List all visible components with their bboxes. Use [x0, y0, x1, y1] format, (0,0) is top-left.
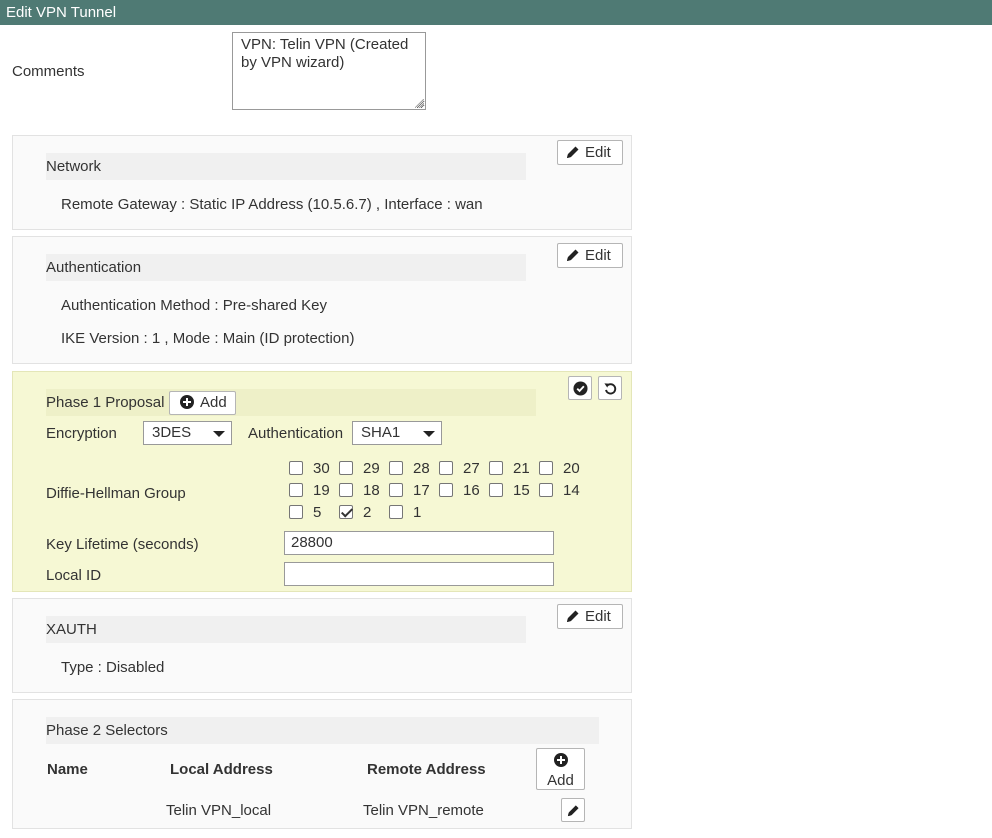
phase1-header-label: Phase 1 Proposal [46, 394, 165, 411]
network-header: Network [46, 153, 526, 180]
revert-button[interactable] [598, 376, 622, 400]
phase1-panel: Phase 1 Proposal Add Encryption 3DES Aut… [12, 371, 632, 592]
phase1-add-button[interactable]: Add [169, 391, 236, 415]
checkbox-icon[interactable] [539, 483, 553, 497]
pencil-icon [567, 804, 579, 816]
dh-group-28[interactable]: 28 [389, 460, 430, 478]
dh-group-15[interactable]: 15 [489, 482, 530, 500]
authentication-header: Authentication [46, 254, 526, 281]
apply-button[interactable] [568, 376, 592, 400]
xauth-header-label: XAUTH [46, 621, 97, 638]
checkbox-icon[interactable] [389, 461, 403, 475]
dh-group-19[interactable]: 19 [289, 482, 330, 500]
authentication-algo-select[interactable]: SHA1 [352, 421, 442, 445]
encryption-value: 3DES [152, 424, 192, 441]
pencil-icon [567, 610, 579, 622]
dh-group-1[interactable]: 1 [389, 504, 421, 522]
network-edit-label: Edit [585, 144, 611, 161]
dh-group-5[interactable]: 5 [289, 504, 321, 522]
checkbox-icon[interactable] [389, 505, 403, 519]
chevron-down-icon [213, 431, 225, 437]
column-header-local-address: Local Address [170, 761, 273, 778]
pencil-icon [567, 146, 579, 158]
dh-group-14[interactable]: 14 [539, 482, 580, 500]
checkbox-icon[interactable] [339, 483, 353, 497]
xauth-panel: XAUTH Edit Type : Disabled [12, 598, 632, 693]
checkbox-icon[interactable] [439, 461, 453, 475]
encryption-label: Encryption [46, 425, 117, 442]
column-header-remote-address: Remote Address [367, 761, 486, 778]
dh-group-27[interactable]: 27 [439, 460, 480, 478]
checkbox-icon[interactable] [339, 461, 353, 475]
phase1-header: Phase 1 Proposal [46, 389, 536, 416]
column-header-name: Name [47, 761, 88, 778]
dh-group-18[interactable]: 18 [339, 482, 380, 500]
comments-label: Comments [12, 63, 85, 80]
checkbox-icon[interactable] [489, 483, 503, 497]
window-title: Edit VPN Tunnel [0, 0, 992, 25]
key-lifetime-input[interactable]: 28800 [284, 531, 554, 555]
dh-group-label: Diffie-Hellman Group [46, 485, 186, 502]
row-edit-button[interactable] [561, 798, 585, 822]
checkbox-icon[interactable] [289, 505, 303, 519]
authentication-algo-value: SHA1 [361, 424, 401, 441]
authentication-header-label: Authentication [46, 259, 142, 276]
plus-circle-icon [553, 753, 568, 767]
comments-value: VPN: Telin VPN (Created by VPN wizard) [241, 36, 409, 71]
checkbox-icon[interactable] [439, 483, 453, 497]
xauth-edit-button[interactable]: Edit [557, 604, 623, 629]
key-lifetime-value: 28800 [291, 534, 333, 551]
auth-method-text: Authentication Method : Pre-shared Key [61, 297, 327, 314]
undo-icon [603, 382, 616, 394]
check-circle-icon [572, 380, 588, 396]
authentication-algo-label: Authentication [248, 425, 344, 442]
checkbox-icon[interactable] [489, 461, 503, 475]
checkbox-icon[interactable] [289, 483, 303, 497]
network-panel: Network Edit Remote Gateway : Static IP … [12, 135, 632, 230]
dh-group-21[interactable]: 21 [489, 460, 530, 478]
checkbox-icon[interactable] [539, 461, 553, 475]
phase2-add-button[interactable]: Add [536, 748, 585, 790]
phase1-add-label: Add [200, 394, 227, 411]
checkbox-icon[interactable] [389, 483, 403, 497]
dh-group-2[interactable]: 2 [339, 504, 371, 522]
pencil-icon [567, 249, 579, 261]
dh-group-17[interactable]: 17 [389, 482, 430, 500]
local-id-input[interactable] [284, 562, 554, 586]
ike-version-text: IKE Version : 1 , Mode : Main (ID protec… [61, 330, 355, 347]
phase2-panel: Phase 2 Selectors Name Local Address Rem… [12, 699, 632, 829]
comments-textarea[interactable]: VPN: Telin VPN (Created by VPN wizard) [232, 32, 426, 110]
phase2-add-label: Add [547, 772, 574, 789]
chevron-down-icon [423, 431, 435, 437]
authentication-edit-label: Edit [585, 247, 611, 264]
dh-group-30[interactable]: 30 [289, 460, 330, 478]
authentication-panel: Authentication Edit Authentication Metho… [12, 236, 632, 364]
xauth-header: XAUTH [46, 616, 526, 643]
network-edit-button[interactable]: Edit [557, 140, 623, 165]
phase2-header-label: Phase 2 Selectors [46, 722, 168, 739]
xauth-type-text: Type : Disabled [61, 659, 165, 676]
key-lifetime-label: Key Lifetime (seconds) [46, 536, 199, 553]
network-header-label: Network [46, 158, 102, 175]
resize-grip-icon[interactable] [415, 99, 424, 108]
plus-circle-icon [180, 395, 194, 409]
phase2-header: Phase 2 Selectors [46, 717, 599, 744]
row-local-address: Telin VPN_local [166, 802, 272, 819]
dh-group-16[interactable]: 16 [439, 482, 480, 500]
remote-gateway-text: Remote Gateway : Static IP Address (10.5… [61, 196, 483, 213]
xauth-edit-label: Edit [585, 608, 611, 625]
authentication-edit-button[interactable]: Edit [557, 243, 623, 268]
encryption-select[interactable]: 3DES [143, 421, 232, 445]
local-id-label: Local ID [46, 567, 102, 584]
dh-group-20[interactable]: 20 [539, 460, 580, 478]
row-remote-address: Telin VPN_remote [363, 802, 484, 819]
checkbox-icon[interactable] [289, 461, 303, 475]
dh-group-29[interactable]: 29 [339, 460, 380, 478]
checkbox-checked-icon[interactable] [339, 505, 353, 519]
